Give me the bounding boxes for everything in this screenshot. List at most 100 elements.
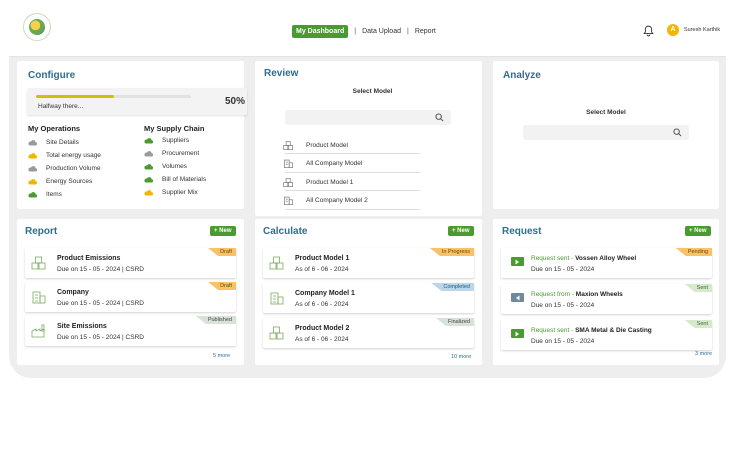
supply-chain-item-label: Bill of Materials	[162, 176, 207, 183]
supply-chain-item[interactable]: Suppliers	[144, 137, 189, 144]
calculate-item-title: Product Model 1	[295, 255, 350, 262]
supply-chain-item[interactable]: Supplier Mix	[144, 189, 198, 196]
supply-chain-list: Suppliers Procurement Volumes Bill of Mater…	[136, 137, 246, 207]
review-model-item[interactable]: Product Model 1	[283, 174, 420, 191]
report-item-subtitle: Due on 15 - 05 - 2024 | CSRD	[57, 266, 144, 273]
supply-chain-item[interactable]: Procurement	[144, 150, 199, 157]
cloud-icon	[28, 139, 37, 146]
request-item[interactable]: Request sent - Vossen Alloy Wheel Due on …	[501, 248, 712, 278]
calculate-card: Calculate + New Product Model 1 As of 6 -…	[255, 219, 482, 365]
review-select-model-label: Select Model	[352, 88, 393, 95]
report-item[interactable]: Site Emissions Due on 15 - 05 - 2024 | CS…	[25, 316, 236, 346]
status-tag: Sent	[684, 320, 712, 328]
operations-item[interactable]: Energy Sources	[28, 178, 92, 185]
supply-chain-item[interactable]: Volumes	[144, 163, 187, 170]
notification-bell-icon[interactable]	[643, 25, 654, 37]
nav-my-dashboard[interactable]: My Dashboard	[292, 24, 349, 38]
operations-item-label: Energy Sources	[46, 178, 93, 185]
user-avatar[interactable]: A	[667, 24, 679, 36]
request-more-link[interactable]: 3 more	[695, 351, 712, 357]
status-tag: Completed	[431, 283, 474, 291]
calculate-more-link[interactable]: 10 more	[451, 354, 471, 360]
request-item-subtitle: Due on 15 - 05 - 2024	[531, 266, 595, 273]
calculate-item[interactable]: Product Model 2 As of 6 - 06 - 2024 Finali…	[263, 318, 474, 348]
product-boxes-icon	[31, 256, 46, 270]
analyze-select-model-label: Select Model	[586, 109, 626, 116]
report-more-link[interactable]: 5 more	[213, 353, 230, 359]
cloud-icon	[28, 165, 37, 172]
calculate-new-button[interactable]: + New	[448, 226, 474, 236]
operations-item[interactable]: Production Volume	[28, 165, 101, 172]
cloud-icon	[28, 191, 37, 198]
operations-item-label: Items	[46, 191, 62, 198]
review-model-item[interactable]: All Company Model	[284, 156, 420, 173]
nav-data-upload[interactable]: Data Upload	[362, 28, 401, 35]
operations-item[interactable]: Site Details	[28, 139, 79, 146]
search-icon	[673, 128, 682, 137]
analyze-model-search[interactable]	[523, 125, 689, 140]
request-item-title: Request sent - Vossen Alloy Wheel	[531, 255, 636, 262]
review-model-search[interactable]	[285, 110, 451, 125]
report-new-button[interactable]: + New	[210, 226, 236, 236]
progress-panel: Halfway there... 50%	[27, 88, 247, 115]
company-building-icon-wrap	[269, 290, 285, 306]
review-card: Review Select Model Product Model All Com…	[255, 61, 482, 216]
operations-item-label: Total energy usage	[46, 152, 101, 159]
request-title: Request	[502, 226, 542, 237]
status-tag: Draft	[208, 282, 236, 290]
nav-separator: |	[406, 27, 409, 35]
review-model-label: Product Model	[306, 141, 348, 149]
nav-separator: |	[354, 27, 357, 35]
review-title: Review	[264, 68, 299, 79]
model-boxes-icon	[283, 177, 293, 187]
operations-item[interactable]: Total energy usage	[28, 152, 101, 159]
cloud-icon	[28, 178, 37, 185]
review-model-label: All Company Model	[306, 160, 363, 167]
calculate-item[interactable]: Company Model 1 As of 6 - 06 - 2024 Comple…	[263, 283, 474, 313]
supply-chain-item[interactable]: Bill of Materials	[144, 176, 206, 183]
report-item[interactable]: Company Due on 15 - 05 - 2024 | CSRD Draft	[25, 282, 236, 312]
arrow-right-icon	[511, 257, 524, 266]
logo-mark-icon	[29, 19, 45, 35]
analyze-card: Analyze Select Model	[493, 61, 719, 209]
calculate-item-title: Product Model 2	[295, 325, 350, 332]
calculate-item-subtitle: As of 6 - 06 - 2024	[295, 301, 349, 308]
report-card: Report + New Product Emissions Due on 15 …	[17, 219, 244, 365]
model-building-icon	[284, 196, 293, 205]
review-model-item[interactable]: All Company Model 2	[284, 193, 420, 210]
request-item[interactable]: Request sent - SMA Metal & Die Casting Du…	[501, 320, 712, 350]
request-new-button[interactable]: + New	[685, 226, 711, 236]
model-boxes-icon	[283, 140, 293, 150]
top-bar: My Dashboard | Data Upload | Report A Su…	[9, 0, 726, 57]
nav-report[interactable]: Report	[415, 28, 436, 35]
search-icon	[435, 113, 444, 122]
review-model-label: Product Model 1	[306, 178, 354, 186]
configure-title: Configure	[28, 70, 76, 81]
review-model-item[interactable]: Product Model	[283, 137, 420, 154]
report-item[interactable]: Product Emissions Due on 15 - 05 - 2024 |…	[25, 248, 236, 278]
status-tag: Pending	[675, 248, 712, 256]
product-boxes-icon	[269, 256, 284, 270]
cloud-icon	[144, 176, 153, 183]
status-tag: Finalized	[435, 318, 474, 326]
request-item-name: SMA Metal & Die Casting	[575, 327, 652, 334]
request-item-subtitle: Due on 15 - 05 - 2024	[531, 338, 595, 345]
supply-chain-item-label: Procurement	[162, 150, 200, 157]
operations-item-label: Site Details	[46, 139, 79, 146]
request-item-title: Request sent - SMA Metal & Die Casting	[531, 327, 652, 334]
request-item[interactable]: Request from - Maxion Wheels Due on 15 - …	[501, 284, 712, 314]
status-tag: Sent	[684, 284, 712, 292]
user-name[interactable]: Suresh Karthik	[684, 27, 720, 33]
app-frame: My Dashboard | Data Upload | Report A Su…	[9, 0, 726, 378]
product-boxes-icon-wrap	[31, 255, 47, 271]
cloud-icon	[144, 137, 153, 144]
company-building-icon	[270, 292, 284, 305]
cloud-icon	[144, 189, 153, 196]
supply-chain-item-label: Suppliers	[162, 137, 190, 144]
app-logo[interactable]	[23, 13, 51, 41]
main-nav: My Dashboard | Data Upload | Report	[292, 24, 436, 38]
status-tag: In Progress	[429, 248, 474, 256]
calculate-item-subtitle: As of 6 - 06 - 2024	[295, 266, 349, 273]
operations-item[interactable]: Items	[28, 191, 62, 198]
calculate-item[interactable]: Product Model 1 As of 6 - 06 - 2024 In Pro…	[263, 248, 474, 278]
